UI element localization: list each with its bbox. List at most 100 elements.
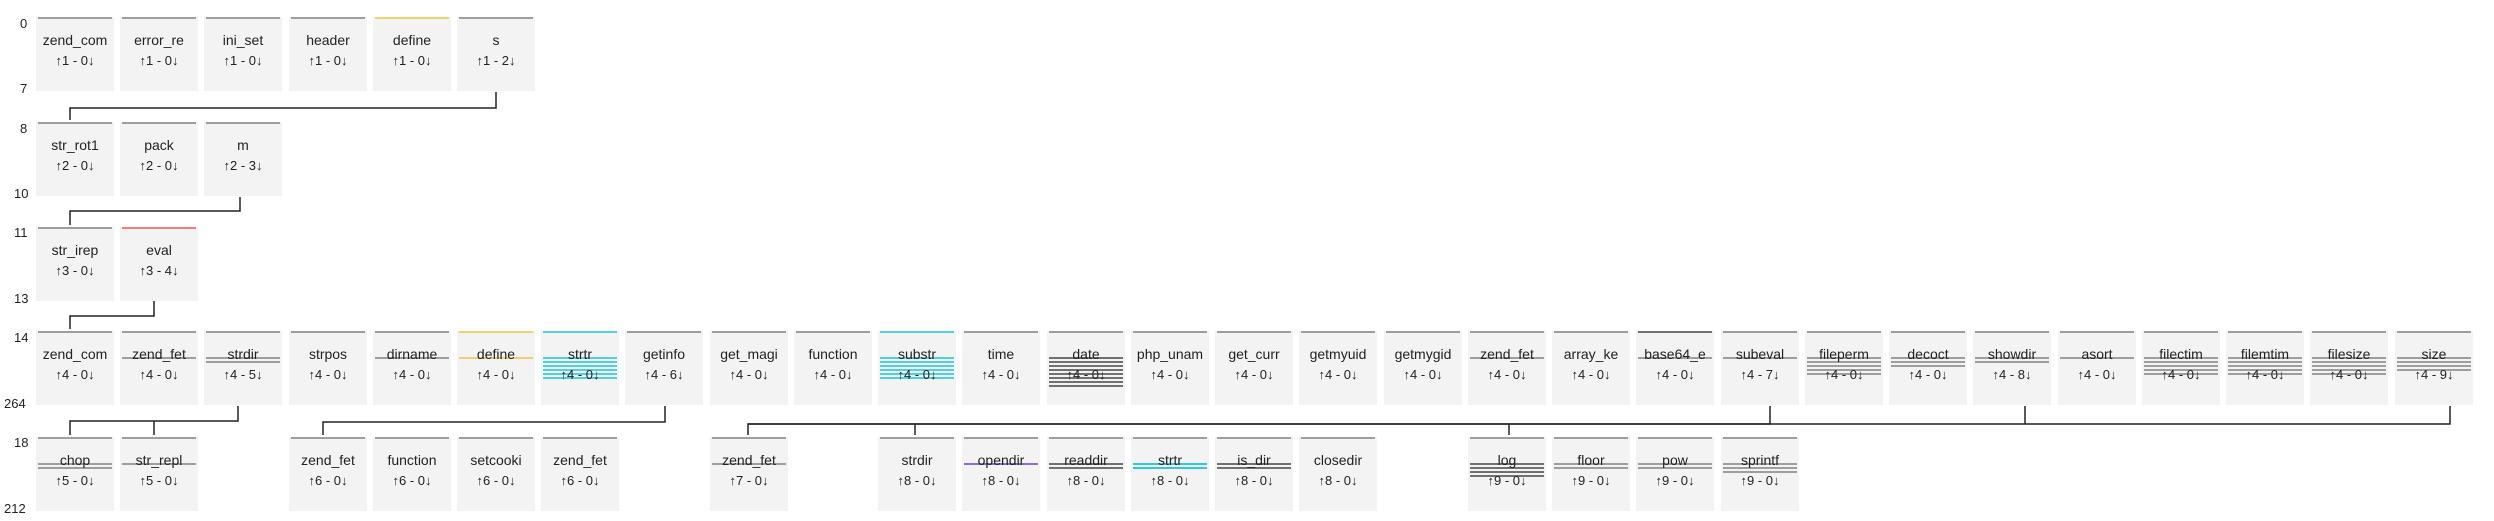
function-node[interactable]: floor ↑9 - 0↓ [1552,437,1630,511]
connector-line [69,406,239,435]
function-node[interactable]: zend_fet ↑7 - 0↓ [710,437,788,511]
call-graph-canvas: 0 7 8 10 11 13 14 264 18 212 zend_com ↑1 … [0,0,2494,521]
function-node[interactable]: is_dir ↑8 - 0↓ [1215,437,1293,511]
node-name: zend_com [42,32,108,48]
node-call-count: ↑3 - 0↓ [55,263,95,278]
function-node[interactable]: getmygid ↑4 - 0↓ [1384,331,1462,405]
function-node[interactable]: zend_fet ↑4 - 0↓ [1468,331,1546,405]
node-call-count: ↑2 - 3↓ [223,158,263,173]
function-node[interactable]: function ↑4 - 0↓ [794,331,872,405]
node-name: strdir [227,346,259,362]
function-node[interactable]: strpos ↑4 - 0↓ [289,331,367,405]
function-node[interactable]: zend_fet ↑6 - 0↓ [541,437,619,511]
function-node[interactable]: s ↑1 - 2↓ [457,17,535,91]
function-node[interactable]: str_irep ↑3 - 0↓ [36,227,114,301]
function-node[interactable]: dirname ↑4 - 0↓ [373,331,451,405]
node-name: s [492,32,500,48]
node-call-count: ↑6 - 0↓ [392,473,432,488]
function-node[interactable]: pack ↑2 - 0↓ [120,122,198,196]
node-name: substr [897,346,937,362]
node-top-bar [1386,331,1460,333]
function-node[interactable]: str_rot1 ↑2 - 0↓ [36,122,114,196]
function-node[interactable]: zend_com ↑1 - 0↓ [36,17,114,91]
node-call-count: ↑1 - 0↓ [392,53,432,68]
function-node[interactable]: get_curr ↑4 - 0↓ [1215,331,1293,405]
node-top-bar [1723,437,1797,439]
function-node[interactable]: showdir ↑4 - 8↓ [1973,331,2051,405]
function-node[interactable]: ini_set ↑1 - 0↓ [204,17,282,91]
function-node[interactable]: get_magi ↑4 - 0↓ [710,331,788,405]
function-node[interactable]: m ↑2 - 3↓ [204,122,282,196]
node-name: filesize [2327,346,2371,362]
node-call-count: ↑7 - 0↓ [729,473,769,488]
connector-line [322,406,666,435]
function-node[interactable]: size ↑4 - 9↓ [2395,331,2473,405]
level-0-top-label: 0 [20,16,28,31]
function-node[interactable]: time ↑4 - 0↓ [962,331,1040,405]
function-node[interactable]: str_repl ↑5 - 0↓ [120,437,198,511]
function-node[interactable]: asort ↑4 - 0↓ [2058,331,2136,405]
node-top-bar [1891,331,1965,333]
node-name: function [387,452,437,468]
function-node[interactable]: date ↑4 - 0↓ [1047,331,1125,405]
function-node[interactable]: log ↑9 - 0↓ [1468,437,1546,511]
function-node[interactable]: php_unam ↑4 - 0↓ [1131,331,1209,405]
function-node[interactable]: readdir ↑8 - 0↓ [1047,437,1125,511]
node-top-bar [1470,331,1544,333]
function-node[interactable]: opendir ↑8 - 0↓ [962,437,1040,511]
function-node[interactable]: error_re ↑1 - 0↓ [120,17,198,91]
function-node[interactable]: zend_fet ↑6 - 0↓ [289,437,367,511]
node-top-bar [2228,331,2302,333]
node-call-count: ↑4 - 0↓ [1150,367,1190,382]
function-node[interactable]: closedir ↑8 - 0↓ [1299,437,1377,511]
function-node[interactable]: fileperm ↑4 - 0↓ [1805,331,1883,405]
function-node[interactable]: define ↑4 - 0↓ [457,331,535,405]
function-node[interactable]: zend_com ↑4 - 0↓ [36,331,114,405]
function-node[interactable]: strdir ↑8 - 0↓ [878,437,956,511]
node-top-bar [1049,331,1123,333]
function-node[interactable]: setcooki ↑6 - 0↓ [457,437,535,511]
node-call-count: ↑4 - 0↓ [476,367,516,382]
function-node[interactable]: sprintf ↑9 - 0↓ [1721,437,1799,511]
node-name: eval [146,242,172,258]
node-top-bar [291,437,365,439]
node-top-bar [1301,437,1375,439]
function-node[interactable]: pow ↑9 - 0↓ [1636,437,1714,511]
function-node[interactable]: substr ↑4 - 0↓ [878,331,956,405]
node-call-count: ↑9 - 0↓ [1487,473,1527,488]
function-node[interactable]: strtr ↑8 - 0↓ [1131,437,1209,511]
function-node[interactable]: define ↑1 - 0↓ [373,17,451,91]
node-name: strtr [1157,452,1183,468]
node-top-bar [1133,331,1207,333]
function-node[interactable]: filectim ↑4 - 0↓ [2142,331,2220,405]
function-node[interactable]: filemtim ↑4 - 0↓ [2226,331,2304,405]
node-call-count: ↑4 - 0↓ [1487,367,1527,382]
node-top-bar [2397,331,2471,333]
function-node[interactable]: base64_e ↑4 - 0↓ [1636,331,1714,405]
function-node[interactable]: chop ↑5 - 0↓ [36,437,114,511]
function-node[interactable]: array_ke ↑4 - 0↓ [1552,331,1630,405]
node-name: asort [2081,346,2113,362]
connector-line [69,301,155,329]
level-2-top-label: 11 [14,225,28,240]
connector-line [748,406,2451,425]
node-name: function [808,346,858,362]
node-top-bar [291,17,365,19]
node-top-bar [122,227,196,229]
node-top-bar [543,331,617,333]
function-node[interactable]: function ↑6 - 0↓ [373,437,451,511]
node-name: zend_fet [301,452,355,468]
function-node[interactable]: subeval ↑4 - 7↓ [1721,331,1799,405]
function-node[interactable]: strtr ↑4 - 0↓ [541,331,619,405]
function-node[interactable]: strdir ↑4 - 5↓ [204,331,282,405]
function-node[interactable]: zend_fet ↑4 - 0↓ [120,331,198,405]
function-node[interactable]: filesize ↑4 - 0↓ [2310,331,2388,405]
function-node[interactable]: getmyuid ↑4 - 0↓ [1299,331,1377,405]
function-node[interactable]: getinfo ↑4 - 6↓ [625,331,703,405]
level-1-top-label: 8 [20,121,28,136]
node-top-bar [38,227,112,229]
function-node[interactable]: header ↑1 - 0↓ [289,17,367,91]
function-node[interactable]: decoct ↑4 - 0↓ [1889,331,1967,405]
node-call-count: ↑4 - 0↓ [2161,367,2201,382]
function-node[interactable]: eval ↑3 - 4↓ [120,227,198,301]
